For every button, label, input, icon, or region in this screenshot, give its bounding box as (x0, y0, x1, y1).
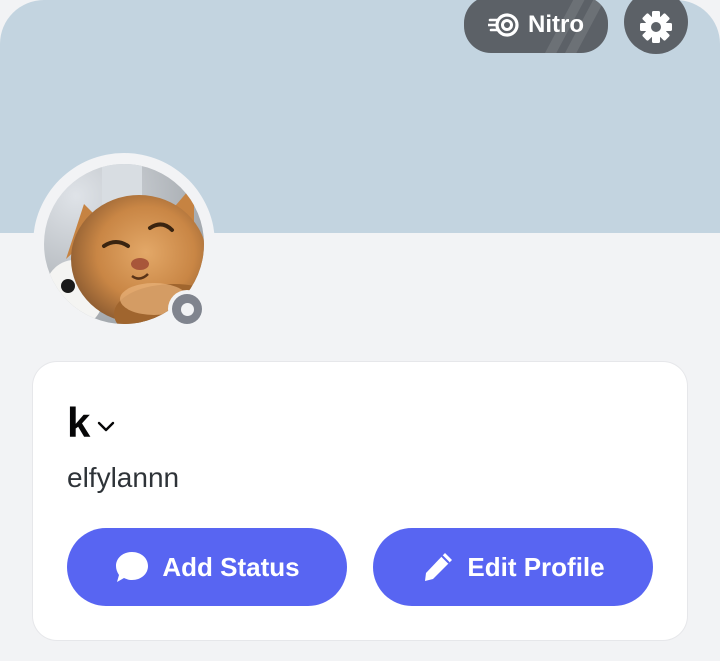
display-name: k (67, 399, 91, 446)
add-status-label: Add Status (162, 551, 300, 582)
speech-bubble-icon (114, 550, 150, 584)
edit-profile-button[interactable]: Edit Profile (373, 528, 653, 606)
nitro-label: Nitro (528, 10, 584, 38)
edit-profile-label: Edit Profile (467, 551, 605, 582)
profile-card: k elfylannn Add Status Edit Profile (33, 362, 687, 640)
username: elfylannn (67, 462, 180, 493)
gear-icon (639, 10, 673, 44)
chevron-down-icon (96, 419, 116, 433)
offline-status-icon (172, 294, 202, 324)
status-indicator (168, 290, 206, 328)
add-status-button[interactable]: Add Status (67, 528, 347, 606)
pencil-icon (421, 550, 455, 584)
display-name-row[interactable]: k (67, 402, 116, 444)
nitro-button[interactable]: Nitro (464, 0, 608, 53)
nitro-icon (488, 12, 520, 38)
